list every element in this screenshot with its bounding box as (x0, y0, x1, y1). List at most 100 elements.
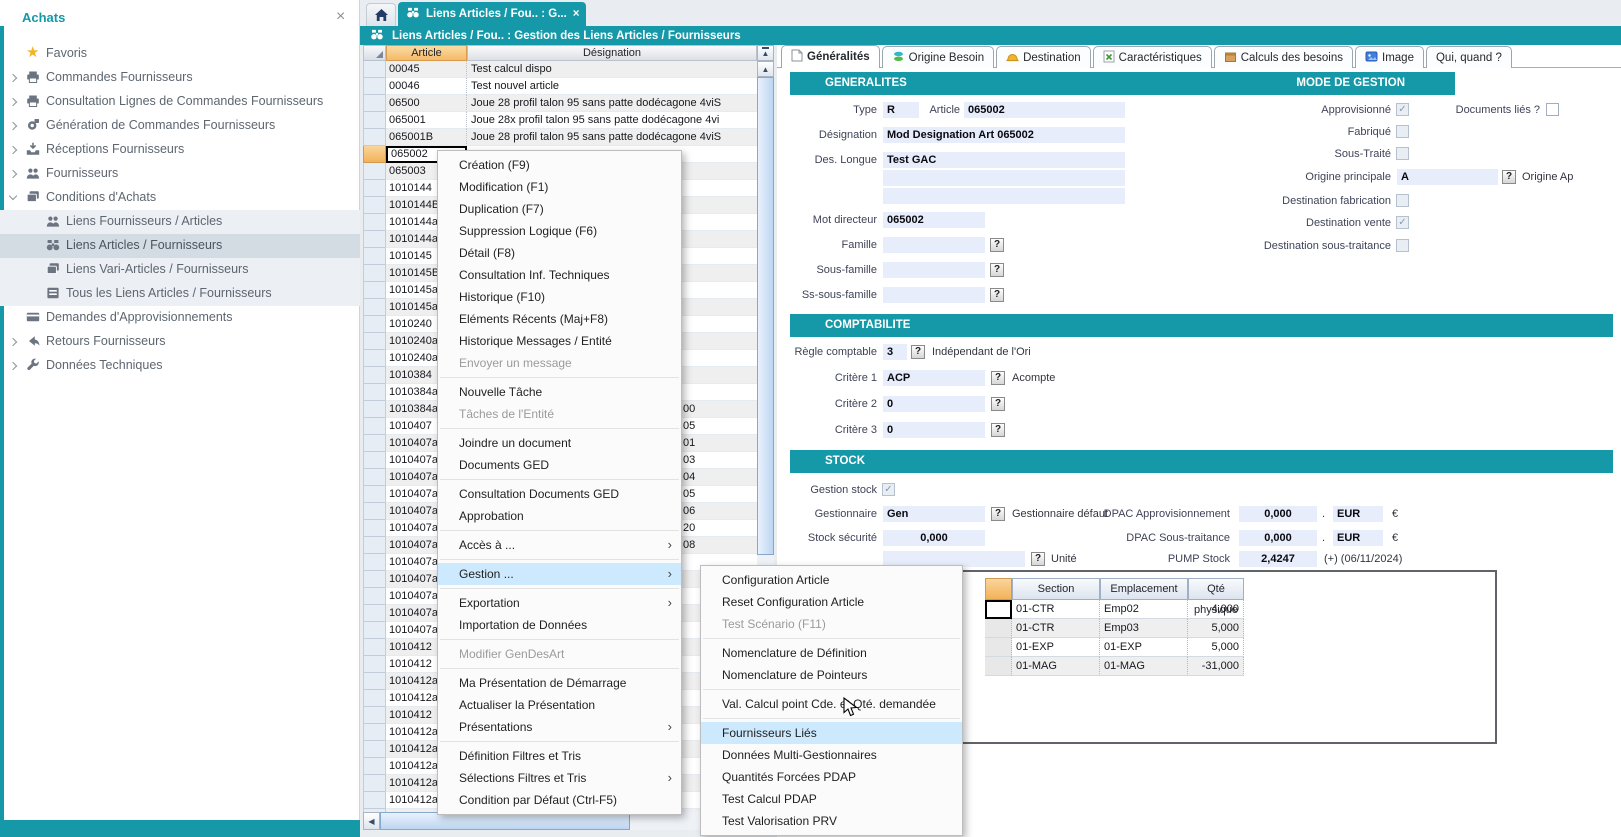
row-selector-cell[interactable] (363, 384, 386, 401)
expander-icon[interactable] (9, 192, 17, 200)
stock-column-header[interactable]: Qté physique (1188, 578, 1244, 600)
context-menu-item[interactable]: Actualiser la Présentation (438, 694, 681, 716)
sidebar-item[interactable]: Liens Fournisseurs / Articles (0, 210, 360, 234)
article-cell[interactable]: 065001 (386, 112, 467, 129)
context-menu-item[interactable]: Gestion ...› (438, 563, 681, 585)
panel-tab[interactable]: Image (1355, 46, 1424, 68)
row-selector-cell[interactable] (363, 95, 386, 112)
article-cell[interactable]: 065001B (386, 129, 467, 146)
sidebar-item[interactable]: Données Techniques (0, 354, 360, 378)
documents-lies-checkbox[interactable] (1546, 103, 1559, 116)
article-cell[interactable]: 00046 (386, 78, 467, 95)
approvisionne-checkbox[interactable]: ✓ (1396, 103, 1409, 116)
article-cell[interactable]: 00045 (386, 61, 467, 78)
critere2-field[interactable]: 0 (883, 396, 985, 412)
panel-tab[interactable]: Qui, quand ? (1426, 46, 1512, 68)
sous-famille-field[interactable] (883, 262, 985, 278)
critere1-lookup-button[interactable]: ? (991, 371, 1005, 385)
expander-icon[interactable] (9, 74, 17, 82)
critere1-field[interactable]: ACP (883, 370, 985, 386)
dpac-approvisionnement-field[interactable]: 0,000 (1239, 506, 1317, 522)
context-menu-item[interactable]: Joindre un document (438, 432, 681, 454)
row-selector-cell[interactable] (363, 265, 386, 282)
expander-icon[interactable] (9, 122, 17, 130)
table-row[interactable]: 06500Joue 28 profil talon 95 sans patte … (363, 95, 757, 112)
regle-comptable-field[interactable]: 3 (883, 344, 907, 360)
critere3-lookup-button[interactable]: ? (991, 423, 1005, 437)
context-menu-item[interactable]: Modifier GenDesArt (438, 643, 681, 665)
row-selector-cell[interactable] (363, 146, 386, 163)
context-menu-item[interactable]: Définition Filtres et Tris (438, 745, 681, 767)
stock-column-header[interactable]: Emplacement (1100, 578, 1188, 600)
submenu-item[interactable]: Nomenclature de Pointeurs (701, 664, 962, 686)
dpac-st-currency-field[interactable]: EUR (1333, 530, 1383, 546)
sous-traite-checkbox[interactable] (1396, 147, 1409, 160)
submenu-item[interactable]: Fournisseurs Liés (701, 722, 962, 744)
context-menu-item[interactable]: Condition par Défaut (Ctrl-F5) (438, 789, 681, 811)
destination-sous-traitance-checkbox[interactable] (1396, 239, 1409, 252)
article-field[interactable]: 065002 (964, 102, 1125, 118)
context-menu-item[interactable]: Création (F9) (438, 154, 681, 176)
critere2-lookup-button[interactable]: ? (991, 397, 1005, 411)
context-menu-item[interactable]: Nouvelle Tâche (438, 381, 681, 403)
scroll-left-button[interactable]: ◀ (363, 812, 380, 830)
row-selector-cell[interactable] (363, 78, 386, 95)
mot-directeur-field[interactable]: 065002 (883, 212, 985, 228)
sidebar-item[interactable]: Retours Fournisseurs (0, 330, 360, 354)
article-cell[interactable]: 06500 (386, 95, 467, 112)
row-selector-cell[interactable] (363, 367, 386, 384)
row-selector-cell[interactable] (363, 486, 386, 503)
context-menu-item[interactable]: Ma Présentation de Démarrage (438, 672, 681, 694)
scroll-up-button[interactable]: ▲ (757, 61, 774, 77)
row-selector-cell[interactable] (363, 707, 386, 724)
context-menu-item[interactable]: Consultation Inf. Techniques (438, 264, 681, 286)
origine-principale-field[interactable]: A (1397, 169, 1498, 185)
row-selector-cell[interactable] (363, 520, 386, 537)
select-all-header[interactable] (363, 45, 386, 61)
designation-field[interactable]: Mod Designation Art 065002 (883, 127, 1125, 143)
des-longue-field-3[interactable] (883, 188, 1125, 204)
column-header-article[interactable]: Article (386, 45, 467, 61)
context-menu-item[interactable]: Envoyer un message (438, 352, 681, 374)
expander-icon[interactable] (9, 170, 17, 178)
stock-selector-header[interactable] (985, 578, 1012, 600)
gestionnaire-field[interactable]: Gen (883, 506, 985, 522)
row-selector-cell[interactable] (363, 316, 386, 333)
row-selector-cell[interactable] (363, 248, 386, 265)
table-row[interactable]: 00045Test calcul dispo (363, 61, 757, 78)
context-menu-item[interactable]: Eléments Récents (Maj+F8) (438, 308, 681, 330)
row-selector-cell[interactable] (363, 61, 386, 78)
expander-icon[interactable] (9, 362, 17, 370)
submenu-item[interactable]: Test Calcul PDAP (701, 788, 962, 810)
row-selector-cell[interactable] (363, 180, 386, 197)
submenu-item[interactable]: Configuration Article (701, 569, 962, 591)
submenu-item[interactable]: Reset Configuration Article (701, 591, 962, 613)
context-menu-item[interactable]: Présentations› (438, 716, 681, 738)
panel-tab[interactable]: Généralités (781, 45, 880, 68)
context-menu-item[interactable]: Suppression Logique (F6) (438, 220, 681, 242)
expander-icon[interactable] (9, 338, 17, 346)
panel-tab[interactable]: Origine Besoin (882, 46, 994, 68)
ss-sous-famille-field[interactable] (883, 287, 985, 303)
panel-tab[interactable]: Calculs des besoins (1214, 46, 1353, 68)
designation-cell[interactable]: Joue 28 profil talon 95 sans patte dodéc… (467, 95, 757, 112)
stock-securite-field[interactable]: 0,000 (883, 530, 985, 546)
expander-icon[interactable] (9, 146, 17, 154)
sidebar-item[interactable]: Liens Articles / Fournisseurs (0, 234, 360, 258)
row-selector-cell[interactable] (363, 673, 386, 690)
row-selector-cell[interactable] (363, 537, 386, 554)
row-selector-cell[interactable] (363, 690, 386, 707)
row-selector-cell[interactable] (363, 197, 386, 214)
context-menu-item[interactable]: Approbation (438, 505, 681, 527)
submenu-item[interactable]: Test Valorisation PRV (701, 810, 962, 832)
gestionnaire-lookup-button[interactable]: ? (991, 507, 1005, 521)
row-selector-cell[interactable] (363, 588, 386, 605)
sidebar-item[interactable]: Commandes Fournisseurs (0, 66, 360, 90)
panel-tab[interactable]: Caractéristiques (1093, 46, 1212, 68)
sidebar-item[interactable]: Fournisseurs (0, 162, 360, 186)
row-selector-cell[interactable] (363, 299, 386, 316)
row-selector-cell[interactable] (363, 622, 386, 639)
row-selector-cell[interactable] (363, 112, 386, 129)
row-selector-cell[interactable] (363, 758, 386, 775)
row-selector-cell[interactable] (363, 571, 386, 588)
